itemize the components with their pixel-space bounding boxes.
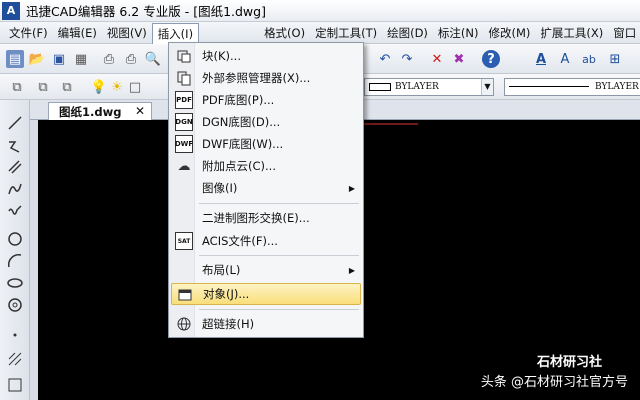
dwf-icon: DWF bbox=[175, 135, 193, 153]
lineweight-combo-value: BYLAYER bbox=[595, 82, 639, 92]
table-icon[interactable]: ⊞ bbox=[606, 50, 624, 68]
layer-thaw-icon[interactable]: ☀ bbox=[108, 78, 126, 96]
spline-icon[interactable] bbox=[6, 180, 24, 198]
app-logo-icon: A bbox=[2, 1, 20, 20]
donut-icon[interactable] bbox=[6, 296, 24, 314]
layer-manager-icon[interactable]: ⧉ bbox=[8, 78, 26, 96]
menu-edit[interactable]: 编辑(E) bbox=[53, 23, 102, 43]
close-icon[interactable]: ✕ bbox=[135, 104, 145, 118]
menu-item-image[interactable]: 图像(I) ▶ bbox=[171, 177, 361, 199]
window-title: 迅捷CAD编辑器 6.2 专业版 - [图纸1.dwg] bbox=[26, 4, 266, 19]
linetype-combo[interactable]: BYLAYER ▼ bbox=[364, 78, 494, 96]
tab-label: 图纸1.dwg bbox=[59, 105, 122, 119]
circle-icon[interactable] bbox=[6, 230, 24, 248]
menu-extensions[interactable]: 扩展工具(X) bbox=[535, 23, 608, 43]
block-icon bbox=[175, 47, 193, 65]
print-icon[interactable]: ⎙ bbox=[100, 50, 118, 68]
save-icon[interactable]: ▣ bbox=[50, 50, 68, 68]
point-icon[interactable] bbox=[6, 326, 24, 344]
new-file-icon[interactable]: ▤ bbox=[6, 50, 24, 68]
draw-toolbar bbox=[0, 100, 30, 400]
submenu-arrow-icon: ▶ bbox=[348, 265, 355, 275]
purge-icon[interactable]: ✖ bbox=[450, 50, 468, 68]
xref-icon bbox=[175, 69, 193, 87]
hatch-icon[interactable] bbox=[6, 350, 24, 368]
undo-icon[interactable]: ↶ bbox=[376, 50, 394, 68]
watermark-brand: 石材研习社 bbox=[536, 355, 602, 370]
menu-modify[interactable]: 修改(M) bbox=[484, 23, 536, 43]
text-style-icon[interactable]: A bbox=[532, 50, 550, 68]
help-icon[interactable]: ? bbox=[482, 50, 500, 68]
layer-color-icon[interactable]: □ bbox=[126, 78, 144, 96]
polyline-icon[interactable] bbox=[6, 138, 24, 156]
ellipse-icon[interactable] bbox=[6, 274, 24, 292]
menu-item-acis-file[interactable]: SAT ACIS文件(F)... bbox=[171, 230, 361, 252]
insert-menu-dropdown: 块(K)... 外部参照管理器(X)... PDF PDF底图(P)... DG… bbox=[168, 42, 364, 338]
layer-states-icon[interactable]: ⧉ bbox=[34, 78, 52, 96]
point-cloud-icon: ☁ bbox=[177, 158, 191, 174]
layer-on-icon[interactable]: 💡 bbox=[90, 78, 108, 96]
linetype-combo-value: BYLAYER bbox=[395, 82, 439, 92]
menu-separator bbox=[199, 309, 359, 310]
menu-item-pdf-underlay[interactable]: PDF PDF底图(P)... bbox=[171, 89, 361, 111]
title-bar: A 迅捷CAD编辑器 6.2 专业版 - [图纸1.dwg] bbox=[0, 0, 640, 22]
dgn-icon: DGN bbox=[175, 113, 193, 131]
menu-window[interactable]: 窗口 bbox=[608, 23, 640, 43]
ole-object-icon bbox=[176, 286, 194, 304]
color-swatch bbox=[369, 82, 391, 91]
menu-tools[interactable]: 定制工具(T) bbox=[310, 23, 382, 43]
menu-format[interactable]: 格式(O) bbox=[259, 23, 310, 43]
tab-drawing1[interactable]: 图纸1.dwg ✕ bbox=[48, 102, 152, 121]
line-sample bbox=[509, 86, 589, 87]
text-edit-icon[interactable]: ab bbox=[580, 50, 598, 68]
save-all-icon[interactable]: ▦ bbox=[72, 50, 90, 68]
menu-dimension[interactable]: 标注(N) bbox=[433, 23, 484, 43]
menu-item-point-cloud[interactable]: ☁ 附加点云(C)... bbox=[171, 155, 361, 177]
multiline-icon[interactable] bbox=[6, 158, 24, 176]
submenu-arrow-icon: ▶ bbox=[348, 183, 355, 193]
menu-item-dgn-underlay[interactable]: DGN DGN底图(D)... bbox=[171, 111, 361, 133]
menu-item-binary-dxf[interactable]: 二进制图形交换(E)... bbox=[171, 207, 361, 229]
menu-view[interactable]: 视图(V) bbox=[102, 23, 152, 43]
print-preview-icon[interactable]: 🔍 bbox=[144, 50, 162, 68]
menu-item-ole-object[interactable]: 对象(J)... bbox=[171, 283, 361, 305]
sketch-icon[interactable] bbox=[6, 202, 24, 220]
gradient-icon[interactable] bbox=[6, 376, 24, 394]
menu-item-block[interactable]: 块(K)... bbox=[171, 45, 361, 67]
watermark-account: 头条 @石材研习社官方号 bbox=[480, 375, 628, 390]
acis-icon: SAT bbox=[175, 232, 193, 250]
pdf-icon: PDF bbox=[175, 91, 193, 109]
menu-item-layout[interactable]: 布局(L) ▶ bbox=[171, 259, 361, 281]
line-icon[interactable] bbox=[6, 114, 24, 132]
lineweight-combo[interactable]: BYLAYER bbox=[504, 78, 640, 96]
menu-draw[interactable]: 绘图(D) bbox=[382, 23, 433, 43]
menu-item-hyperlink[interactable]: 超链接(H) bbox=[171, 313, 361, 335]
arc-icon[interactable] bbox=[6, 252, 24, 270]
layer-previous-icon[interactable]: ⧉ bbox=[58, 78, 76, 96]
plot-icon[interactable]: ⎙ bbox=[122, 50, 140, 68]
menu-separator bbox=[199, 255, 359, 256]
redo-icon[interactable]: ↷ bbox=[398, 50, 416, 68]
open-folder-icon[interactable]: 📂 bbox=[28, 50, 46, 68]
chevron-down-icon[interactable]: ▼ bbox=[481, 79, 493, 95]
menu-bar: 文件(F) 编辑(E) 视图(V) 插入(I) 格式(O) 定制工具(T) 绘图… bbox=[0, 22, 640, 45]
dim-text-icon[interactable]: A bbox=[556, 50, 574, 68]
menu-separator bbox=[199, 203, 359, 204]
delete-icon[interactable]: ✕ bbox=[428, 50, 446, 68]
menu-item-dwf-underlay[interactable]: DWF DWF底图(W)... bbox=[171, 133, 361, 155]
menu-item-xref-manager[interactable]: 外部参照管理器(X)... bbox=[171, 67, 361, 89]
menu-file[interactable]: 文件(F) bbox=[4, 23, 53, 43]
hyperlink-icon bbox=[175, 315, 193, 333]
